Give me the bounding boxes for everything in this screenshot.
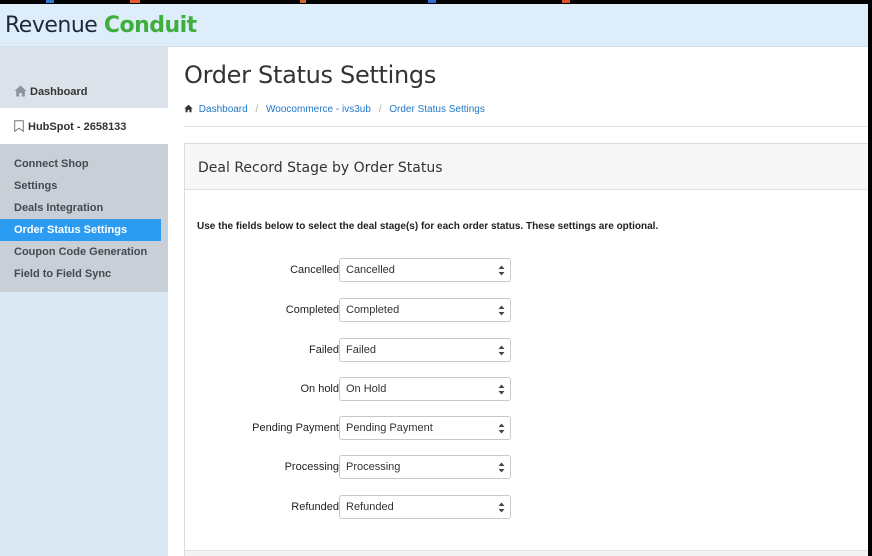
- panel-header: Deal Record Stage by Order Status: [185, 144, 868, 190]
- app-window: Revenue Conduit Dashboard HubSpot - 2658…: [0, 4, 868, 556]
- status-row-processing: Processing Processing: [185, 455, 545, 481]
- brand-text-accent: Conduit: [103, 13, 197, 38]
- deal-stage-select-completed[interactable]: Completed: [339, 298, 511, 322]
- main-content: Order Status Settings Dashboard / Woocom…: [168, 47, 868, 556]
- panel-description: Use the fields below to select the deal …: [197, 221, 659, 232]
- sidebar-menu: Connect Shop Settings Deals Integration …: [0, 144, 168, 292]
- status-label: Processing: [284, 461, 339, 473]
- sidebar-item-settings[interactable]: Settings: [0, 175, 161, 197]
- breadcrumb-order-status-settings[interactable]: Order Status Settings: [389, 104, 485, 115]
- sidebar-account-label: HubSpot - 2658133: [28, 121, 127, 133]
- sidebar-item-coupon-code-generation[interactable]: Coupon Code Generation: [0, 241, 161, 263]
- status-row-on-hold: On hold On Hold: [185, 377, 545, 403]
- select-value: Pending Payment: [346, 422, 433, 434]
- deal-stage-select-on-hold[interactable]: On Hold: [339, 377, 511, 401]
- deal-stage-select-failed[interactable]: Failed: [339, 338, 511, 362]
- updown-chevron-icon: [498, 423, 505, 434]
- deal-stage-select-refunded[interactable]: Refunded: [339, 495, 511, 519]
- breadcrumb-dashboard[interactable]: Dashboard: [199, 104, 248, 115]
- breadcrumb: Dashboard / Woocommerce - ivs3ub / Order…: [184, 104, 485, 115]
- status-row-pending-payment: Pending Payment Pending Payment: [185, 416, 545, 442]
- status-row-refunded: Refunded Refunded: [185, 495, 545, 521]
- sidebar-item-deals-integration[interactable]: Deals Integration: [0, 197, 161, 219]
- panel-footer: [185, 550, 868, 556]
- sidebar-dashboard-link[interactable]: Dashboard: [0, 47, 168, 108]
- breadcrumb-separator: /: [378, 104, 382, 115]
- status-label: On hold: [300, 383, 339, 395]
- deal-stage-select-cancelled[interactable]: Cancelled: [339, 258, 511, 282]
- sidebar-item-field-to-field-sync[interactable]: Field to Field Sync: [0, 263, 161, 285]
- breadcrumb-separator: /: [255, 104, 259, 115]
- sidebar: Dashboard HubSpot - 2658133 Connect Shop…: [0, 47, 168, 556]
- deal-stage-select-pending-payment[interactable]: Pending Payment: [339, 416, 511, 440]
- brand-text-primary: Revenue: [5, 13, 98, 38]
- home-icon: [184, 104, 193, 113]
- select-value: Failed: [346, 344, 376, 356]
- sidebar-dashboard-label: Dashboard: [30, 86, 88, 98]
- select-value: Completed: [346, 304, 400, 316]
- panel-title: Deal Record Stage by Order Status: [198, 160, 443, 176]
- status-label: Cancelled: [290, 264, 339, 276]
- sidebar-item-connect-shop[interactable]: Connect Shop: [0, 153, 161, 175]
- page-title: Order Status Settings: [184, 61, 437, 89]
- sidebar-item-order-status-settings[interactable]: Order Status Settings: [0, 219, 161, 241]
- status-row-cancelled: Cancelled Cancelled: [185, 258, 545, 284]
- app-header: Revenue Conduit: [0, 4, 868, 47]
- breadcrumb-woocommerce[interactable]: Woocommerce - ivs3ub: [266, 104, 371, 115]
- status-label: Failed: [309, 344, 339, 356]
- updown-chevron-icon: [498, 345, 505, 356]
- status-label: Pending Payment: [252, 422, 339, 434]
- bookmark-icon: [14, 120, 24, 132]
- updown-chevron-icon: [498, 462, 505, 473]
- select-value: Processing: [346, 461, 401, 473]
- updown-chevron-icon: [498, 502, 505, 513]
- home-icon: [14, 85, 27, 97]
- select-value: Refunded: [346, 501, 394, 513]
- status-row-completed: Completed Completed: [185, 298, 545, 324]
- order-status-panel: Deal Record Stage by Order Status Use th…: [184, 143, 868, 556]
- brand-logo[interactable]: Revenue Conduit: [5, 13, 197, 39]
- divider: [184, 126, 868, 127]
- select-value: On Hold: [346, 383, 387, 395]
- updown-chevron-icon: [498, 384, 505, 395]
- deal-stage-select-processing[interactable]: Processing: [339, 455, 511, 479]
- updown-chevron-icon: [498, 305, 505, 316]
- status-row-failed: Failed Failed: [185, 338, 545, 364]
- status-label: Refunded: [291, 501, 339, 513]
- sidebar-account[interactable]: HubSpot - 2658133: [0, 108, 168, 144]
- updown-chevron-icon: [498, 265, 505, 276]
- status-label: Completed: [285, 304, 339, 316]
- select-value: Cancelled: [346, 264, 395, 276]
